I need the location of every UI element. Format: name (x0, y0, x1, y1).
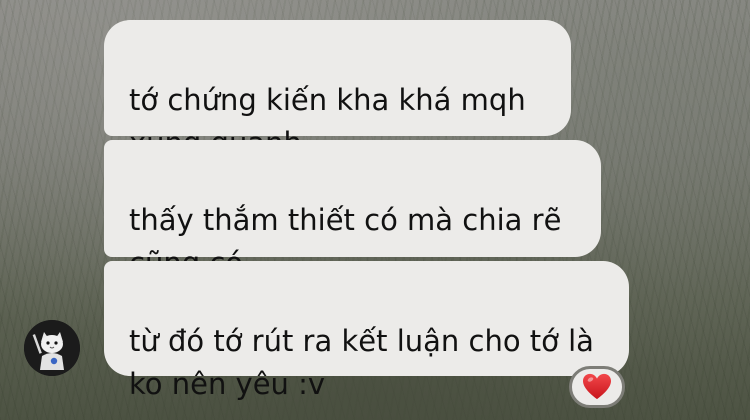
sender-avatar[interactable] (24, 320, 80, 376)
reaction-badge[interactable] (569, 366, 625, 408)
cat-avatar-icon (24, 320, 80, 376)
message-bubble[interactable]: từ đó tớ rút ra kết luận cho tớ là ko nê… (104, 261, 629, 401)
message-bubble[interactable]: tớ chứng kiến kha khá mqh xung quanh (104, 20, 571, 160)
message-text: từ đó tớ rút ra kết luận cho tớ là ko nê… (129, 324, 594, 401)
message-thread: tớ chứng kiến kha khá mqh xung quanh thấ… (0, 0, 750, 420)
message-bubble[interactable]: thấy thắm thiết có mà chia rẽ cũng có (104, 140, 601, 280)
heart-icon (583, 373, 611, 400)
